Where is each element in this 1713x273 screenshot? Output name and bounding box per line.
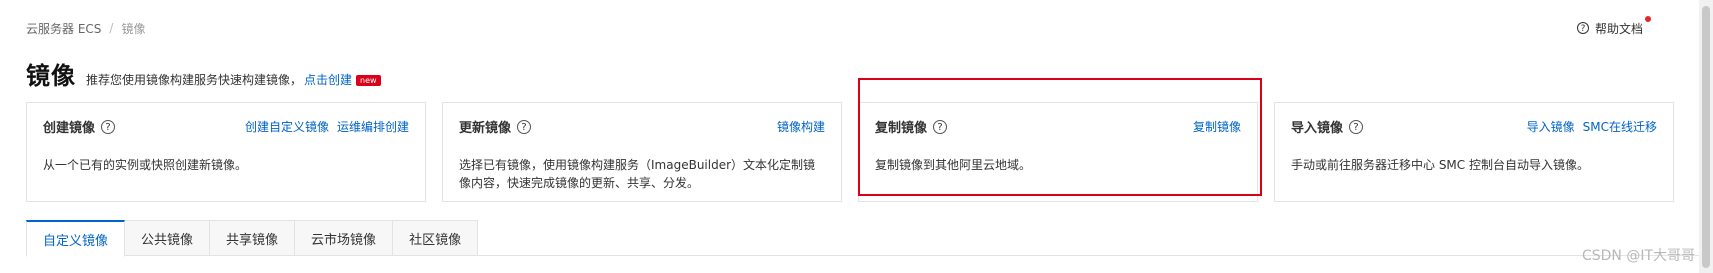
help-docs-link[interactable]: ? 帮助文档 [1576, 15, 1651, 37]
card-title: 复制镜像 ? [875, 117, 948, 136]
breadcrumb: 云服务器 ECS / 镜像 [26, 20, 145, 37]
card-import-image: 导入镜像 ? 导入镜像 SMC在线迁移 手动或前往服务器迁移中心 SMC 控制台… [1274, 102, 1674, 202]
card-description: 复制镜像到其他阿里云地域。 [875, 158, 1032, 172]
tab-public-images[interactable]: 公共镜像 [125, 220, 211, 256]
new-badge: new [356, 75, 381, 86]
card-description: 从一个已有的实例或快照创建新镜像。 [43, 158, 248, 172]
title-row: 镜像 推荐您使用镜像构建服务快速构建镜像， 点击创建 new [26, 56, 381, 91]
notification-dot [1645, 15, 1651, 22]
vertical-scrollbar[interactable] [1699, 0, 1713, 273]
breadcrumb-root[interactable]: 云服务器 ECS [26, 20, 101, 37]
question-circle-icon[interactable]: ? [101, 119, 116, 134]
breadcrumb-current: 镜像 [121, 21, 146, 36]
question-circle-icon[interactable]: ? [517, 119, 532, 134]
ops-orchestration-create-link[interactable]: 运维编排创建 [337, 118, 409, 135]
card-update-image: 更新镜像 ? 镜像构建 选择已有镜像，使用镜像构建服务（ImageBuilder… [442, 102, 842, 202]
card-title-text: 复制镜像 [875, 121, 928, 136]
action-cards: 创建镜像 ? 创建自定义镜像 运维编排创建 从一个已有的实例或快照创建新镜像。 … [26, 102, 1674, 202]
card-header: 创建镜像 ? 创建自定义镜像 运维编排创建 [43, 117, 409, 136]
copy-image-link[interactable]: 复制镜像 [1193, 118, 1241, 135]
tab-custom-images[interactable]: 自定义镜像 [26, 220, 126, 257]
scrollbar-thumb[interactable] [1702, 6, 1710, 268]
page-title: 镜像 [26, 62, 76, 90]
card-header: 更新镜像 ? 镜像构建 [459, 117, 825, 136]
question-circle-icon: ? [1576, 22, 1589, 34]
card-title: 创建镜像 ? [43, 117, 116, 136]
question-circle-icon[interactable]: ? [933, 119, 948, 134]
card-links: 复制镜像 [1193, 118, 1241, 135]
tab-shared-images[interactable]: 共享镜像 [210, 220, 296, 256]
card-links: 镜像构建 [777, 118, 825, 135]
card-header: 导入镜像 ? 导入镜像 SMC在线迁移 [1291, 117, 1657, 136]
card-header: 复制镜像 ? 复制镜像 [875, 117, 1241, 136]
tab-community-images[interactable]: 社区镜像 [393, 220, 479, 256]
create-link[interactable]: 点击创建 [304, 73, 352, 87]
question-circle-icon[interactable]: ? [1349, 119, 1364, 134]
smc-migration-link[interactable]: SMC在线迁移 [1583, 118, 1657, 135]
card-links: 导入镜像 SMC在线迁移 [1527, 118, 1657, 135]
card-description: 选择已有镜像，使用镜像构建服务（ImageBuilder）文本化定制镜像内容，快… [459, 158, 816, 190]
topbar: 云服务器 ECS / 镜像 ? 帮助文档 [26, 15, 1651, 38]
tab-marketplace-images[interactable]: 云市场镜像 [295, 220, 394, 256]
page-subtitle: 推荐您使用镜像构建服务快速构建镜像， 点击创建 new [86, 71, 381, 88]
card-copy-image: 复制镜像 ? 复制镜像 复制镜像到其他阿里云地域。 [858, 102, 1258, 202]
page: 云服务器 ECS / 镜像 ? 帮助文档 镜像 推荐您使用镜像构建服务快速构建镜… [0, 0, 1713, 273]
watermark: CSDN @IT大哥哥 [1581, 248, 1695, 264]
card-title-text: 导入镜像 [1291, 121, 1344, 136]
image-builder-link[interactable]: 镜像构建 [777, 118, 825, 135]
create-custom-image-link[interactable]: 创建自定义镜像 [245, 118, 329, 135]
card-title: 更新镜像 ? [459, 117, 532, 136]
card-title: 导入镜像 ? [1291, 117, 1364, 136]
import-image-link[interactable]: 导入镜像 [1527, 118, 1575, 135]
help-docs-label: 帮助文档 [1594, 21, 1643, 36]
card-description: 手动或前往服务器迁移中心 SMC 控制台自动导入镜像。 [1291, 158, 1589, 172]
card-create-image: 创建镜像 ? 创建自定义镜像 运维编排创建 从一个已有的实例或快照创建新镜像。 [26, 102, 426, 202]
card-links: 创建自定义镜像 运维编排创建 [245, 118, 409, 135]
breadcrumb-separator: / [109, 21, 114, 35]
card-title-text: 创建镜像 [43, 121, 96, 136]
image-tabs: 自定义镜像 公共镜像 共享镜像 云市场镜像 社区镜像 [26, 220, 1713, 257]
subtitle-text: 推荐您使用镜像构建服务快速构建镜像， [86, 73, 303, 87]
card-title-text: 更新镜像 [459, 121, 512, 136]
